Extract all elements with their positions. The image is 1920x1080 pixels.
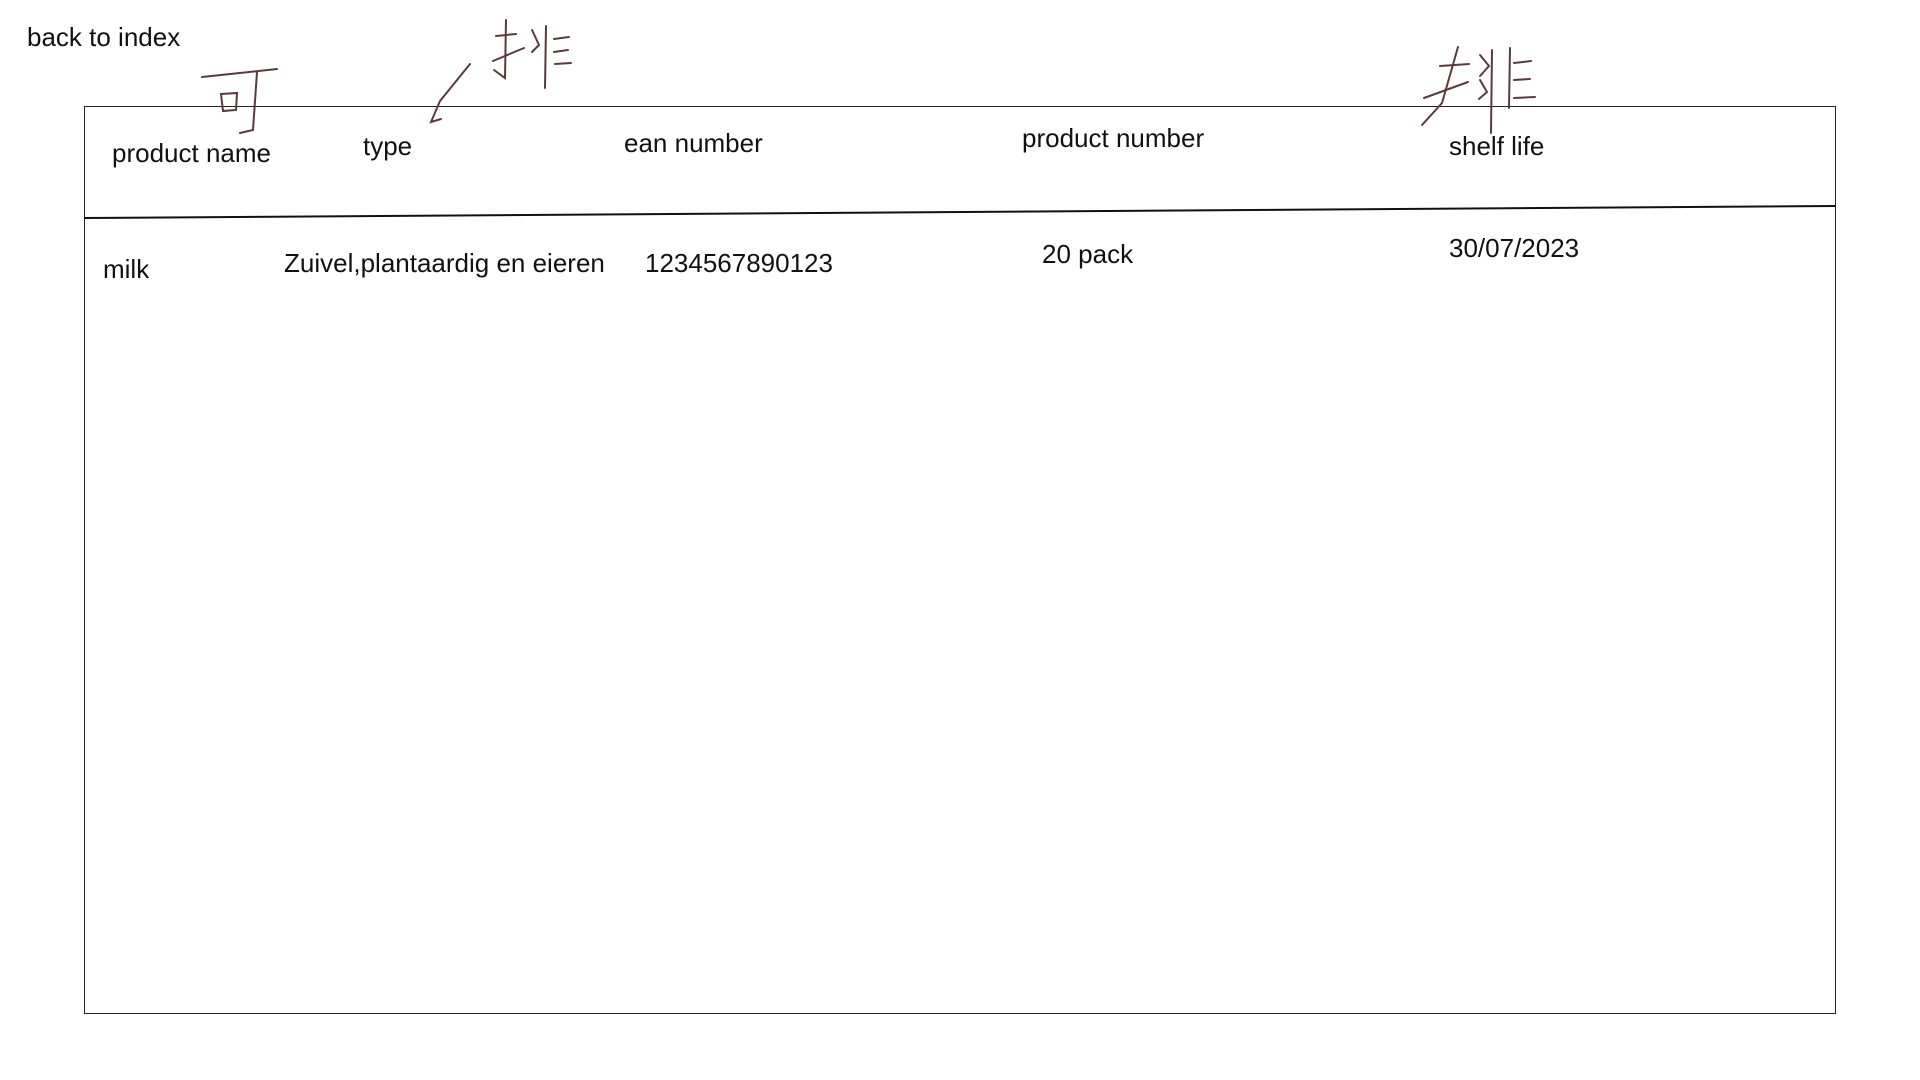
- cell-type: Zuivel,plantaardig en eieren: [284, 248, 605, 278]
- page: back to index product name type ean numb…: [0, 0, 1920, 1080]
- column-header-type[interactable]: type: [363, 131, 412, 161]
- cell-product-number: 20 pack: [1042, 239, 1134, 269]
- column-header-product-name[interactable]: product name: [112, 138, 271, 168]
- back-to-index-link[interactable]: back to index: [27, 22, 180, 52]
- column-header-ean-number[interactable]: ean number: [624, 128, 763, 158]
- cell-ean-number: 1234567890123: [645, 248, 833, 278]
- cell-product-name: milk: [103, 254, 150, 284]
- cell-shelf-life: 30/07/2023: [1449, 233, 1580, 263]
- column-header-product-number[interactable]: product number: [1022, 123, 1204, 153]
- column-header-shelf-life[interactable]: shelf life: [1449, 131, 1544, 161]
